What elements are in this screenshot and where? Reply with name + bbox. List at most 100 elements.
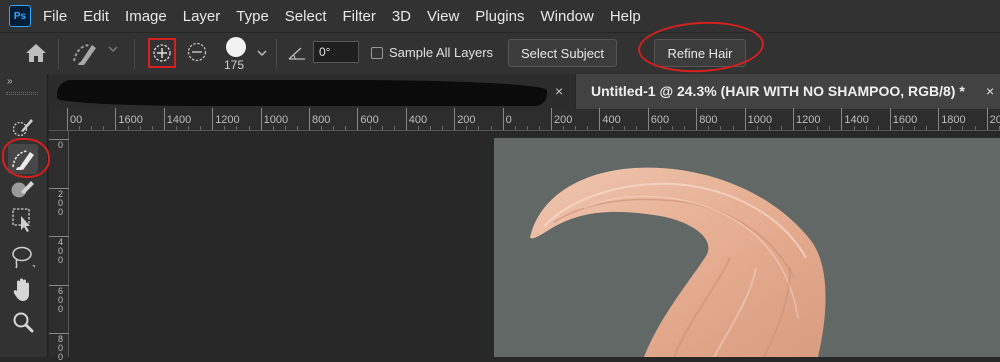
ruler-minor-tick xyxy=(224,126,226,130)
ruler-minor-tick xyxy=(442,126,444,130)
ruler-minor-tick xyxy=(139,126,141,130)
ruler-label: 1200 xyxy=(796,114,821,126)
ruler-minor-tick xyxy=(369,126,371,130)
ruler-label: 1600 xyxy=(892,114,918,126)
ruler-tick xyxy=(454,108,456,130)
annotation-circle-tool xyxy=(2,138,50,178)
ruler-minor-tick xyxy=(853,126,855,130)
angle-icon xyxy=(288,47,305,60)
ruler-label: 800 xyxy=(58,334,64,362)
ruler-label: 1400 xyxy=(844,114,869,126)
menu-edit[interactable]: Edit xyxy=(83,8,109,25)
subtract-from-selection-button[interactable] xyxy=(186,41,208,63)
ruler-label: 200 xyxy=(457,114,476,126)
tool-lasso[interactable] xyxy=(8,242,38,272)
panel-grip[interactable] xyxy=(6,92,38,95)
menu-view[interactable]: View xyxy=(427,8,459,25)
ruler-minor-tick xyxy=(381,126,383,130)
menu-select[interactable]: Select xyxy=(285,8,327,25)
ruler-minor-tick xyxy=(817,126,819,130)
ruler-minor-tick xyxy=(188,126,189,130)
ruler-label: 600 xyxy=(360,114,379,126)
ruler-minor-tick xyxy=(901,126,903,130)
select-subject-button[interactable]: Select Subject xyxy=(508,39,617,67)
collapse-panel-icon[interactable]: » xyxy=(7,76,13,87)
tool-object-selection[interactable] xyxy=(8,205,38,235)
document-tab-active[interactable]: Untitled-1 @ 24.3% (HAIR WITH NO SHAMPOO… xyxy=(576,74,1000,109)
photoshop-logo-icon[interactable]: Ps xyxy=(9,5,31,27)
brush-size-value: 175 xyxy=(224,58,245,72)
divider xyxy=(58,39,59,69)
ruler-minor-tick xyxy=(635,126,637,130)
brush-size-preview[interactable] xyxy=(226,37,246,57)
ruler-minor-tick xyxy=(514,126,516,130)
tool-hand[interactable] xyxy=(8,275,38,305)
ruler-minor-tick xyxy=(780,126,782,130)
options-bar: 175 0° Sample All Layers Select Subject … xyxy=(0,32,1000,74)
tab-title: Untitled-1 @ 24.3% (HAIR WITH NO SHAMPOO… xyxy=(591,83,965,99)
menu-plugins[interactable]: Plugins xyxy=(475,8,524,25)
menu-type[interactable]: Type xyxy=(236,8,269,25)
ruler-minor-tick xyxy=(720,126,722,130)
document-tab[interactable]: × xyxy=(49,74,575,109)
menu-file[interactable]: File xyxy=(43,8,67,25)
ruler-minor-tick xyxy=(563,126,565,130)
ruler-label: 600 xyxy=(650,114,670,126)
ruler-minor-tick xyxy=(296,126,298,130)
ruler-label: 400 xyxy=(602,114,621,126)
ruler-minor-tick xyxy=(756,126,758,130)
ruler-label: 600 xyxy=(58,285,64,314)
ruler-label: 1000 xyxy=(263,114,289,126)
ruler-tick xyxy=(115,108,117,130)
angle-input[interactable]: 0° xyxy=(313,41,359,63)
horizontal-ruler: 00 1600 1400 1200 1000 800 600 400 200 0 200 400 600… xyxy=(49,108,1000,131)
ruler-minor-tick xyxy=(865,126,867,130)
ruler-minor-tick xyxy=(345,126,347,130)
menu-filter[interactable]: Filter xyxy=(343,8,376,25)
ruler-minor-tick xyxy=(538,126,540,130)
ruler-label: 200 xyxy=(989,114,1000,126)
ruler-tick xyxy=(938,108,940,130)
ruler-tick xyxy=(309,108,310,130)
tool-zoom[interactable] xyxy=(8,307,38,337)
ruler-tick xyxy=(405,108,407,130)
ruler-label: 1000 xyxy=(747,114,773,126)
ruler-tick xyxy=(502,108,504,130)
ruler-minor-tick xyxy=(950,126,952,130)
chevron-down-icon[interactable] xyxy=(108,45,118,53)
ruler-label: 800 xyxy=(699,114,718,126)
document-canvas[interactable] xyxy=(494,138,1000,358)
object-brush-preset-icon[interactable] xyxy=(70,39,100,67)
menu-window[interactable]: Window xyxy=(540,8,593,25)
menu-layer[interactable]: Layer xyxy=(183,8,221,25)
ruler-label: 400 xyxy=(408,114,428,126)
menu-help[interactable]: Help xyxy=(610,8,641,25)
sample-all-layers-checkbox[interactable] xyxy=(371,47,383,59)
ruler-minor-tick xyxy=(587,126,589,130)
menu-image[interactable]: Image xyxy=(125,8,167,25)
menu-bar: Ps File Edit Image Layer Type Select Fil… xyxy=(0,0,1000,32)
ruler-minor-tick xyxy=(768,126,770,130)
ruler-minor-tick xyxy=(575,126,577,130)
hand-icon xyxy=(13,278,29,301)
ruler-label: 0 xyxy=(58,140,64,150)
ruler-minor-tick xyxy=(272,126,274,130)
ruler-minor-tick xyxy=(91,126,93,130)
ruler-minor-tick xyxy=(417,126,419,130)
ruler-label: 0 xyxy=(505,114,512,126)
vertical-ruler: 0 200 400 600 800 xyxy=(49,131,69,362)
ruler-minor-tick xyxy=(151,126,153,130)
sample-all-layers-label: Sample All Layers xyxy=(389,45,494,60)
home-icon[interactable] xyxy=(24,42,48,64)
menu-3d[interactable]: 3D xyxy=(392,8,411,25)
tool-refine-edge-brush[interactable] xyxy=(8,174,38,204)
close-tab-icon[interactable]: × xyxy=(986,83,994,99)
close-tab-icon[interactable]: × xyxy=(555,83,563,99)
ruler-label: 200 xyxy=(554,114,573,126)
chevron-down-icon[interactable] xyxy=(257,49,267,57)
ruler-label: 1400 xyxy=(166,114,192,126)
add-to-selection-button[interactable] xyxy=(148,38,176,68)
ruler-tick xyxy=(793,108,794,130)
ruler-label: 1800 xyxy=(941,114,966,126)
object-selection-icon xyxy=(12,208,30,232)
